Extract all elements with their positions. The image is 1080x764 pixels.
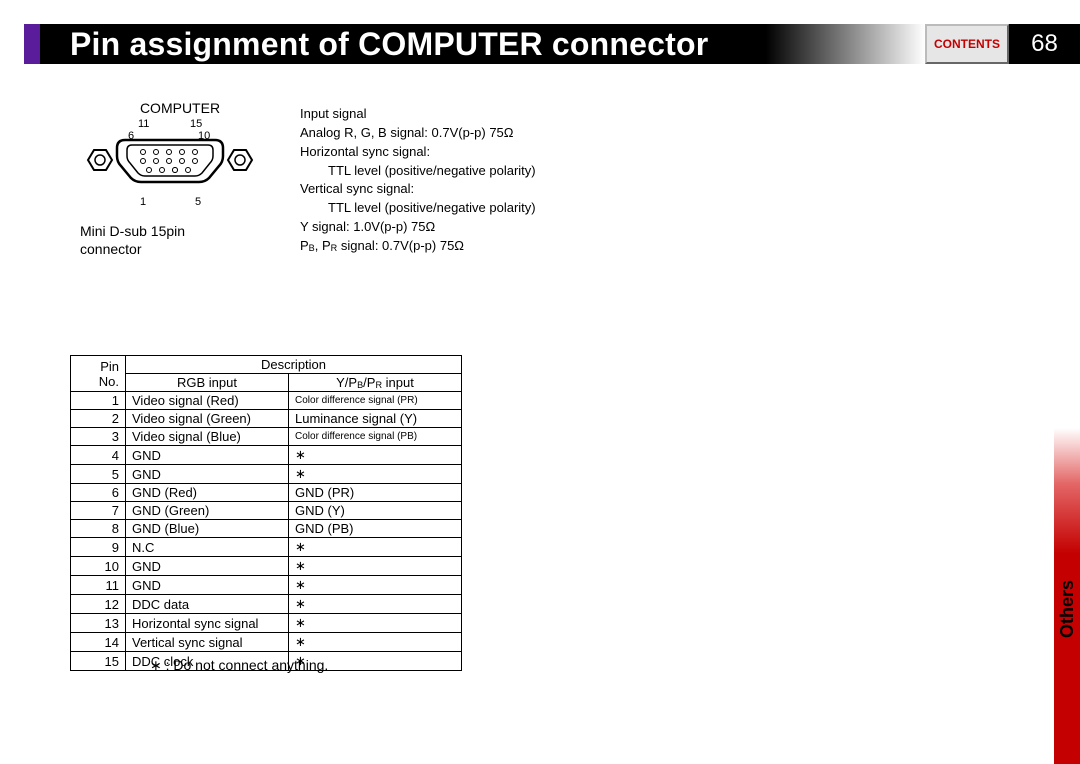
- cell-rgb: Vertical sync signal: [126, 633, 289, 652]
- pin-num-br: 5: [195, 196, 201, 208]
- table-row: 6GND (Red)GND (PR): [71, 484, 462, 502]
- cell-ypbpr: GND (Y): [289, 502, 462, 520]
- cell-rgb: Video signal (Green): [126, 410, 289, 428]
- cell-ypbpr: ∗: [289, 576, 462, 595]
- cell-ypbpr: ∗: [289, 557, 462, 576]
- cell-rgb: N.C: [126, 538, 289, 557]
- cell-rgb: GND: [126, 465, 289, 484]
- cell-ypbpr: GND (PB): [289, 520, 462, 538]
- cell-pin-no: 8: [71, 520, 126, 538]
- table-row: 11GND∗: [71, 576, 462, 595]
- spec-line: Input signal: [300, 105, 600, 124]
- cell-ypbpr: ∗: [289, 538, 462, 557]
- cell-rgb: GND: [126, 446, 289, 465]
- page-number: 68: [1009, 24, 1080, 64]
- cell-rgb: Horizontal sync signal: [126, 614, 289, 633]
- table-row: 1Video signal (Red)Color difference sign…: [71, 392, 462, 410]
- table-row: 4GND∗: [71, 446, 462, 465]
- cell-pin-no: 14: [71, 633, 126, 652]
- spec-line: Analog R, G, B signal: 0.7V(p-p) 75Ω: [300, 124, 600, 143]
- contents-button[interactable]: CONTENTS: [925, 24, 1009, 64]
- header-right: CONTENTS 68: [925, 24, 1080, 64]
- cell-ypbpr: ∗: [289, 446, 462, 465]
- col-pin-no: Pin No.: [71, 356, 126, 392]
- table-row: 9N.C∗: [71, 538, 462, 557]
- connector-caption: Mini D-sub 15pin connector: [80, 222, 280, 258]
- table-row: 2Video signal (Green)Luminance signal (Y…: [71, 410, 462, 428]
- table-row: 13Horizontal sync signal∗: [71, 614, 462, 633]
- cell-pin-no: 1: [71, 392, 126, 410]
- table-row: 8GND (Blue)GND (PB): [71, 520, 462, 538]
- cell-rgb: GND (Blue): [126, 520, 289, 538]
- table-footnote: ∗ : Do not connect anything.: [150, 657, 328, 674]
- cell-ypbpr: GND (PR): [289, 484, 462, 502]
- cell-pin-no: 9: [71, 538, 126, 557]
- side-tab-label: Others: [1057, 580, 1078, 638]
- cell-pin-no: 5: [71, 465, 126, 484]
- table-row: 10GND∗: [71, 557, 462, 576]
- connector-icon: [70, 132, 270, 212]
- col-rgb: RGB input: [126, 374, 289, 392]
- side-tab-bg: [1054, 64, 1080, 764]
- cell-pin-no: 11: [71, 576, 126, 595]
- cell-rgb: DDC data: [126, 595, 289, 614]
- connector-top-label: COMPUTER: [80, 100, 280, 116]
- spec-line: Vertical sync signal:: [300, 180, 600, 199]
- cell-ypbpr: ∗: [289, 633, 462, 652]
- pin-num-bl: 1: [140, 196, 146, 208]
- title-bar: Pin assignment of COMPUTER connector: [40, 24, 925, 64]
- connector-area: COMPUTER 11 15 6 10 1 5 Mini D-sub 15pin…: [80, 100, 280, 258]
- cell-rgb: GND (Red): [126, 484, 289, 502]
- cell-ypbpr: Color difference signal (PB): [289, 428, 462, 446]
- cell-ypbpr: Luminance signal (Y): [289, 410, 462, 428]
- table-row: 7GND (Green)GND (Y): [71, 502, 462, 520]
- cell-ypbpr: Color difference signal (PR): [289, 392, 462, 410]
- table-row: 12DDC data∗: [71, 595, 462, 614]
- col-ypbpr: Y/PB/PR input: [289, 374, 462, 392]
- cell-rgb: Video signal (Blue): [126, 428, 289, 446]
- cell-pin-no: 2: [71, 410, 126, 428]
- cell-pin-no: 10: [71, 557, 126, 576]
- spec-line-sub: TTL level (positive/negative polarity): [300, 162, 600, 181]
- page-title: Pin assignment of COMPUTER connector: [70, 26, 708, 63]
- cell-pin-no: 13: [71, 614, 126, 633]
- cell-rgb: GND (Green): [126, 502, 289, 520]
- cell-ypbpr: ∗: [289, 614, 462, 633]
- cell-pin-no: 12: [71, 595, 126, 614]
- spec-line-sub: TTL level (positive/negative polarity): [300, 199, 600, 218]
- cell-pin-no: 15: [71, 652, 126, 671]
- spec-line: Horizontal sync signal:: [300, 143, 600, 162]
- cell-pin-no: 7: [71, 502, 126, 520]
- cell-rgb: GND: [126, 557, 289, 576]
- pin-num-tl: 11: [138, 118, 149, 130]
- table-row: 5GND∗: [71, 465, 462, 484]
- cell-ypbpr: ∗: [289, 595, 462, 614]
- signal-specs: Input signal Analog R, G, B signal: 0.7V…: [300, 105, 600, 256]
- cell-ypbpr: ∗: [289, 465, 462, 484]
- cell-rgb: GND: [126, 576, 289, 595]
- cell-pin-no: 4: [71, 446, 126, 465]
- pin-assignment-table: Pin No. Description RGB input Y/PB/PR in…: [70, 355, 462, 671]
- spec-line: Y signal: 1.0V(p-p) 75Ω: [300, 218, 600, 237]
- header-accent: [24, 24, 40, 64]
- table-row: 3Video signal (Blue)Color difference sig…: [71, 428, 462, 446]
- spec-line: PB, PR signal: 0.7V(p-p) 75Ω: [300, 237, 600, 256]
- pin-num-tr: 15: [190, 118, 202, 130]
- col-description: Description: [126, 356, 462, 374]
- cell-pin-no: 3: [71, 428, 126, 446]
- cell-pin-no: 6: [71, 484, 126, 502]
- table-row: 14Vertical sync signal∗: [71, 633, 462, 652]
- cell-rgb: Video signal (Red): [126, 392, 289, 410]
